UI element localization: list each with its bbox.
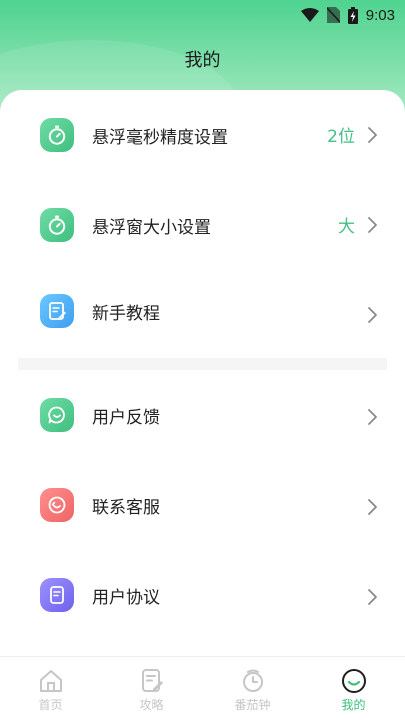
wifi-icon <box>300 8 319 22</box>
chevron-right-icon <box>368 217 377 233</box>
page-title: 我的 <box>184 50 221 71</box>
menu-item-label: 用户协议 <box>92 588 160 608</box>
menu-item-customer-service[interactable]: 联系客服 <box>0 460 405 550</box>
status-bar: 9:03 <box>0 0 405 30</box>
tutorial-doc-icon <box>40 294 74 328</box>
tab-profile[interactable]: 我的 <box>303 657 404 720</box>
pomodoro-clock-icon <box>242 669 263 692</box>
chevron-right-icon <box>368 127 377 143</box>
section-divider <box>18 358 387 370</box>
menu-item-feedback[interactable]: 用户反馈 <box>0 370 405 460</box>
menu-item-user-agreement[interactable]: 用户协议 <box>0 550 405 640</box>
smile-profile-icon <box>341 669 366 693</box>
tab-label: 我的 <box>341 698 366 712</box>
menu-item-label: 悬浮窗大小设置 <box>92 218 211 238</box>
menu-item-label: 悬浮毫秒精度设置 <box>92 128 228 148</box>
agreement-doc-icon <box>40 578 74 612</box>
stopwatch-icon <box>40 118 74 152</box>
chevron-right-icon <box>368 499 377 515</box>
no-sim-icon <box>326 7 340 23</box>
menu-item-label: 联系客服 <box>92 498 160 518</box>
status-time: 9:03 <box>365 6 395 24</box>
menu-item-ms-precision[interactable]: 悬浮毫秒精度设置 2位 <box>0 90 405 180</box>
menu-item-value: 大 <box>338 217 355 237</box>
tab-guide[interactable]: 攻略 <box>101 657 202 720</box>
home-icon <box>39 670 62 692</box>
tab-home[interactable]: 首页 <box>0 657 101 720</box>
guide-doc-icon <box>141 669 163 692</box>
bottom-tab-bar: 首页 攻略 番茄钟 我的 <box>0 656 405 720</box>
menu-item-label: 用户反馈 <box>92 408 160 428</box>
tab-label: 番茄钟 <box>234 698 271 712</box>
chevron-right-icon <box>368 307 377 323</box>
menu-item-label: 新手教程 <box>92 304 160 324</box>
chevron-right-icon <box>368 409 377 425</box>
tab-label: 首页 <box>38 698 63 712</box>
customer-service-icon <box>40 488 74 522</box>
tab-label: 攻略 <box>139 698 164 712</box>
battery-charging-icon <box>347 6 358 24</box>
stopwatch-icon <box>40 208 74 242</box>
menu-item-tutorial[interactable]: 新手教程 <box>0 266 405 356</box>
menu-item-window-size[interactable]: 悬浮窗大小设置 大 <box>0 180 405 270</box>
chevron-right-icon <box>368 589 377 605</box>
menu-item-value: 2位 <box>327 127 355 147</box>
tab-pomodoro[interactable]: 番茄钟 <box>202 657 303 720</box>
feedback-chat-icon <box>40 398 74 432</box>
